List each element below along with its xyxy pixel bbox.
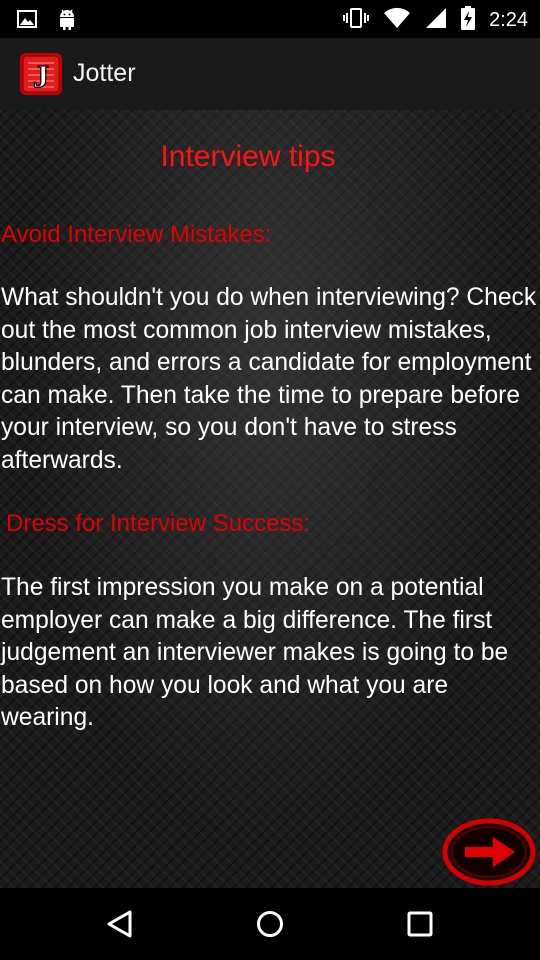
recents-icon <box>407 911 433 937</box>
jotter-logo-icon[interactable]: J <box>20 53 62 95</box>
status-bar: 2:24 <box>0 0 540 38</box>
home-button[interactable] <box>250 904 290 944</box>
back-icon <box>107 910 132 938</box>
wifi-icon <box>383 7 411 34</box>
section-heading-dress-for-success: Dress for Interview Success: <box>6 510 311 537</box>
next-button[interactable] <box>441 817 537 887</box>
image-icon <box>16 8 38 35</box>
navigation-bar <box>0 888 540 960</box>
home-icon <box>257 911 283 937</box>
app-screen: 2:24 J Jotter Interview tips Avoid Inter… <box>0 0 540 960</box>
svg-text:J: J <box>33 58 49 94</box>
section-body-avoid-mistakes: What shouldn't you do when interviewing?… <box>1 284 537 474</box>
section-body-dress-for-success: The first impression you make on a poten… <box>1 574 509 731</box>
recents-button[interactable] <box>400 904 440 944</box>
action-bar: J Jotter <box>0 38 540 111</box>
tips-content: Interview tips Avoid Interview Mistakes:… <box>0 110 540 888</box>
cell-signal-icon <box>425 7 447 34</box>
page-title: Interview tips <box>160 140 336 173</box>
back-button[interactable] <box>100 904 140 944</box>
battery-charging-icon <box>461 6 476 35</box>
android-icon <box>56 7 78 36</box>
status-time: 2:24 <box>489 9 528 31</box>
app-title: Jotter <box>73 59 136 87</box>
vibrate-icon <box>343 6 370 35</box>
section-heading-avoid-mistakes: Avoid Interview Mistakes: <box>1 221 272 248</box>
arrow-right-icon <box>442 818 536 886</box>
